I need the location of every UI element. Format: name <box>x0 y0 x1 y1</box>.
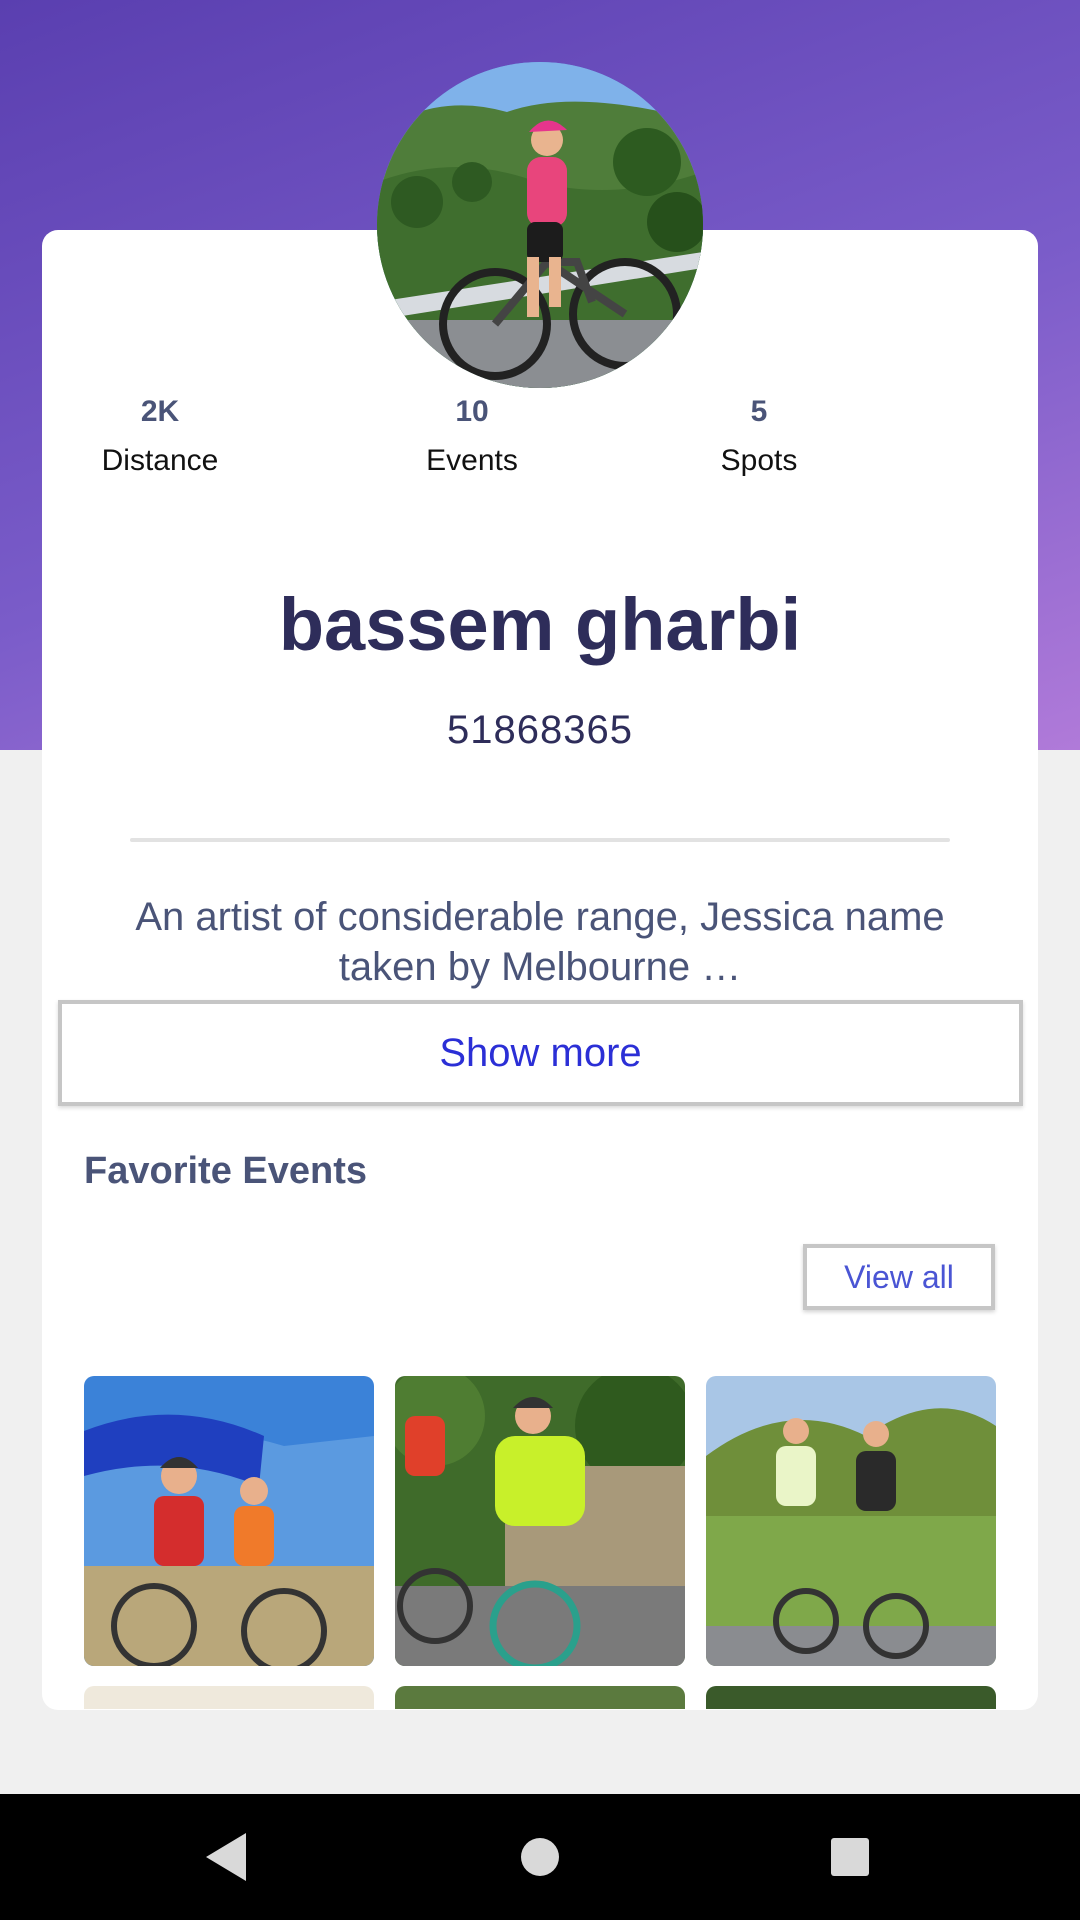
stat-value: 10 <box>455 395 489 428</box>
event-image <box>395 1376 685 1666</box>
home-circle-icon[interactable] <box>507 1824 573 1890</box>
stat-label: Spots <box>720 444 798 477</box>
profile-name: bassem gharbi <box>278 583 802 666</box>
stat-events: 10 Events <box>342 390 602 478</box>
stat-value: 2K <box>140 395 180 428</box>
android-navigation-bar <box>0 1794 1080 1920</box>
event-thumbnail[interactable] <box>706 1376 996 1666</box>
stat-label: Events <box>426 444 518 477</box>
show-more-button[interactable]: Show more <box>58 1000 1023 1106</box>
avatar-image <box>377 62 703 388</box>
stat-spots: 5 Spots <box>629 390 889 478</box>
recents-square-icon[interactable] <box>817 1824 883 1890</box>
event-image <box>84 1376 374 1666</box>
back-triangle-icon[interactable] <box>193 1824 259 1890</box>
event-thumbnail[interactable] <box>395 1686 685 1709</box>
profile-phone: 51868365 <box>447 708 633 752</box>
event-image <box>706 1376 996 1666</box>
favorite-events-title: Favorite Events <box>84 1150 367 1192</box>
event-thumbnail[interactable] <box>395 1376 685 1666</box>
stats-row: 2K Distance 10 Events 5 Spots <box>42 390 1038 500</box>
section-divider <box>130 838 950 842</box>
event-thumbnail[interactable] <box>84 1686 374 1709</box>
stat-distance: 2K Distance <box>30 390 290 478</box>
profile-avatar[interactable] <box>377 62 703 388</box>
event-thumbnail[interactable] <box>84 1376 374 1666</box>
view-all-button[interactable]: View all <box>803 1244 995 1310</box>
profile-bio: An artist of considerable range, Jessica… <box>135 895 945 989</box>
event-thumbnail[interactable] <box>706 1686 996 1709</box>
stat-label: Distance <box>101 444 219 477</box>
stat-value: 5 <box>750 395 768 428</box>
